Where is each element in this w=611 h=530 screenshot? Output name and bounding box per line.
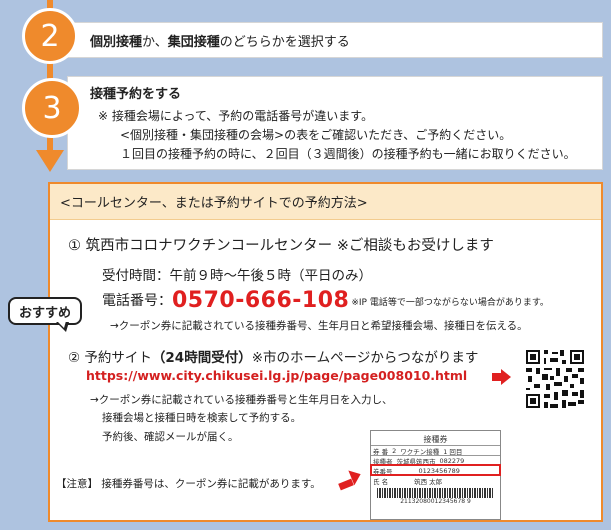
- step2-number-badge: 2: [22, 8, 78, 64]
- site-url-link[interactable]: https://www.city.chikusei.lg.jp/page/pag…: [86, 368, 467, 383]
- step3-box: 接種予約をする ※ 接種会場によって、予約の電話番号が違います。 <個別接種・集…: [67, 76, 603, 170]
- ticket-number-row-highlight: 券番号 0123456789: [370, 464, 501, 476]
- ticket-row: 氏 名筑西 太郎: [371, 475, 500, 486]
- call-center-title: ① 筑西市コロナワクチンコールセンター ※ご相談もお受けします: [68, 238, 494, 254]
- down-arrow-icon: [36, 150, 64, 172]
- recommend-badge: おすすめ: [8, 297, 82, 325]
- call-center-hours: 受付時間：午前９時～午後５時（平日のみ）: [102, 268, 372, 284]
- reservation-method-panel: <コールセンター、または予約サイトでの予約方法> ① 筑西市コロナワクチンコール…: [48, 182, 603, 522]
- site-step-1: →クーポン券に記載されている接種券番号と生年月日を入力し、: [90, 394, 393, 406]
- badge-tail-fill: [57, 321, 66, 328]
- phone-number[interactable]: 0570-666-108: [172, 288, 349, 313]
- site-title: ② 予約サイト（24時間受付）※市のホームページからつながります: [68, 350, 479, 366]
- phone-note: ※IP 電話等で一部つながらない場合があります。: [351, 298, 549, 308]
- caution-note: 【注意】 接種券番号は、クーポン券に記載があります。: [56, 478, 321, 490]
- step3-number-badge: 3: [22, 78, 82, 138]
- site-step-3: 予約後、確認メールが届く。: [102, 431, 239, 443]
- step3-note-3: １回目の接種予約の時に、２回目（３週間後）の接種予約も一緒にお取りください。: [120, 147, 576, 161]
- qr-code-icon[interactable]: [524, 348, 586, 410]
- step2-text: 個別接種か、集団接種のどちらかを選択する: [90, 34, 350, 50]
- url-arrow-shaft: [492, 373, 501, 381]
- step2-box: 個別接種か、集団接種のどちらかを選択する: [67, 22, 603, 58]
- step3-note-2: <個別接種・集団接種の会場>の表をご確認いただき、ご予約ください。: [120, 128, 512, 142]
- barcode-icon: [377, 488, 494, 498]
- ticket-title: 接種券: [423, 435, 448, 444]
- ticket-row: 接種者 茨城県筑西市 082279: [371, 455, 500, 466]
- step3-title: 接種予約をする: [90, 87, 182, 102]
- arrow-right-icon: [501, 369, 511, 385]
- phone-label: 電話番号：: [102, 293, 172, 309]
- ticket-row: 券 番 2 ワクチン接種 1 回目: [371, 445, 500, 456]
- panel-header: <コールセンター、または予約サイトでの予約方法>: [50, 184, 601, 220]
- step3-note-1: ※ 接種会場によって、予約の電話番号が違います。: [98, 109, 374, 123]
- site-step-2: 接種会場と接種日時を検索して予約する。: [102, 412, 302, 424]
- coupon-ticket-image: 接種券 券 番 2 ワクチン接種 1 回目 接種者 茨城県筑西市 082279 券番号 01…: [370, 430, 501, 520]
- phone-line: 電話番号：0570-666-108 ※IP 電話等で一部つながらない場合があります…: [102, 288, 549, 313]
- barcode-number: 21132080012345678 9: [400, 498, 471, 505]
- phone-instruction: →クーポン券に記載されている接種券番号、生年月日と希望接種会場、接種日を伝える。: [110, 320, 528, 332]
